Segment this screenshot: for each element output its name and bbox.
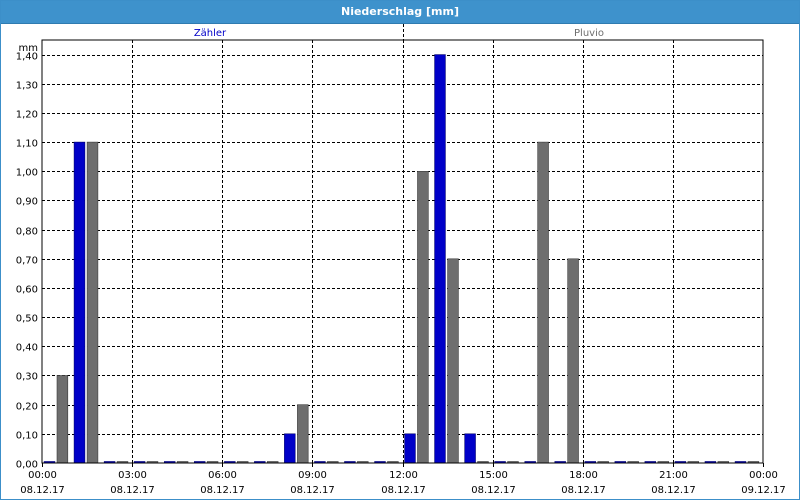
- bar-pluvio: [297, 404, 309, 464]
- bar-zaehler: [73, 141, 86, 464]
- x-tick-date: 08.12.17: [20, 485, 65, 496]
- y-tick-label: 1,10: [16, 139, 38, 150]
- y-tick-label: 0,60: [16, 285, 38, 296]
- bar-zaehler: [464, 433, 476, 464]
- y-tick-label: 0,90: [16, 197, 38, 208]
- y-tick-label: 0,00: [16, 460, 38, 471]
- bar-pluvio: [56, 375, 69, 464]
- grid: [42, 24, 763, 463]
- y-tick-label: 0,70: [16, 256, 38, 267]
- plot-frame: [41, 39, 764, 464]
- bar-pluvio: [567, 258, 579, 464]
- bar-pluvio: [537, 141, 549, 464]
- bar-zaehler: [404, 433, 416, 464]
- chart-title: Niederschlag [mm]: [1, 1, 799, 24]
- bar-pluvio: [86, 141, 99, 464]
- y-tick-label: 0,20: [16, 402, 38, 413]
- y-tick-label: 1,20: [16, 110, 38, 121]
- y-tick-label: 0,50: [16, 314, 38, 325]
- legend-pluvio: Pluvio: [574, 28, 604, 39]
- x-tick-date: 08.12.17: [651, 485, 696, 496]
- x-tick-time: 21:00: [659, 470, 688, 481]
- y-tick-label: 0,10: [16, 431, 38, 442]
- x-tick-date: 08.12.17: [381, 485, 426, 496]
- y-tick-label: 1,30: [16, 81, 38, 92]
- bar-pluvio: [447, 258, 459, 464]
- x-tick-date: 08.12.17: [200, 485, 245, 496]
- bars: [43, 54, 760, 464]
- precipitation-chart: 0,00 0,10 0,20 0,30 0,40 0,50 0,60 0,70 0,80 0,90…: [16, 24, 786, 496]
- y-tick-label: 0,30: [16, 372, 38, 383]
- x-tick-time: 18:00: [569, 470, 598, 481]
- y-tick-label: 1,00: [16, 168, 38, 179]
- x-tick-time: 00:00: [749, 470, 778, 481]
- x-tick-time: 00:00: [28, 470, 57, 481]
- x-tick-date: 08.12.17: [110, 485, 155, 496]
- x-tick-time: 15:00: [479, 470, 508, 481]
- chart-window: Niederschlag [mm] 0,00 0,10 0,20 0,30 0,40 0,…: [0, 0, 800, 500]
- x-tick-date: 08.12.17: [471, 485, 516, 496]
- bar-zaehler: [284, 433, 296, 464]
- y-axis-unit: mm: [19, 43, 38, 54]
- x-tick-date: 08.12.17: [290, 485, 335, 496]
- x-tick-time: 09:00: [298, 470, 327, 481]
- x-tick-time: 06:00: [208, 470, 237, 481]
- x-tick-time: 12:00: [389, 470, 418, 481]
- axes: 0,00 0,10 0,20 0,30 0,40 0,50 0,60 0,70 0,80 0,90…: [16, 39, 786, 496]
- x-tick-date: 08.12.17: [561, 485, 606, 496]
- x-tick-time: 03:00: [118, 470, 147, 481]
- legend-zaehler: Zähler: [194, 28, 227, 39]
- bar-zaehler: [434, 54, 446, 464]
- bar-pluvio: [417, 171, 429, 464]
- y-tick-label: 0,80: [16, 227, 38, 238]
- x-tick-date: 09.12.17: [741, 485, 786, 496]
- y-tick-label: 0,40: [16, 343, 38, 354]
